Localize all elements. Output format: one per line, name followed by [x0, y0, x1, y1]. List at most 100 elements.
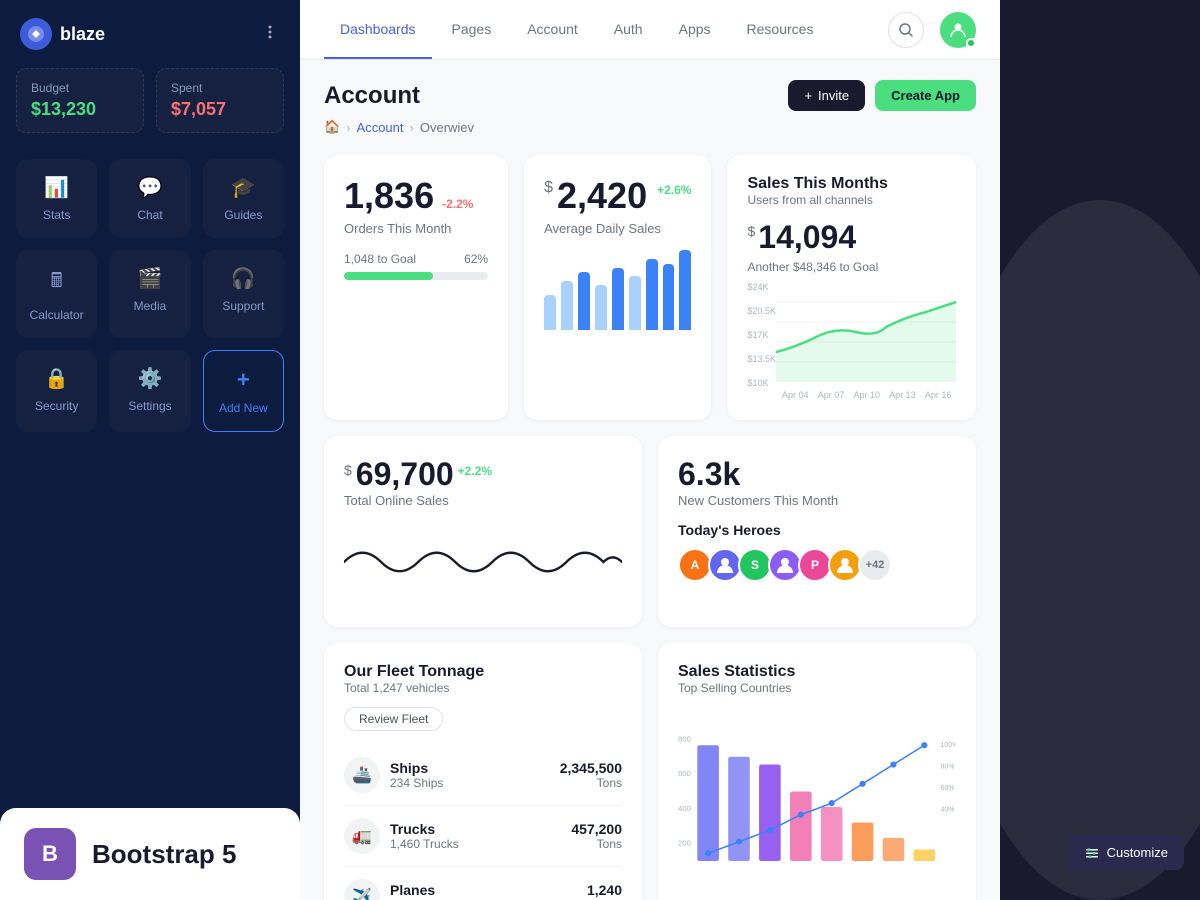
customize-label: Customize	[1107, 845, 1168, 860]
svg-text:200: 200	[678, 839, 691, 848]
ships-count: 234 Ships	[390, 776, 560, 790]
heroes-avatars: A S P	[678, 548, 956, 582]
fleet-row-trucks: 🚛 Trucks 1,460 Trucks 457,200 Tons	[344, 806, 622, 867]
breadcrumb-account[interactable]: Account	[357, 120, 404, 135]
hero-person3-icon	[835, 555, 855, 575]
third-row: Our Fleet Tonnage Total 1,247 vehicles R…	[324, 643, 976, 900]
tab-account[interactable]: Account	[511, 0, 594, 59]
page-actions: + Invite Create App	[788, 80, 976, 111]
tab-auth[interactable]: Auth	[598, 0, 659, 59]
fleet-row-ships: 🚢 Ships 234 Ships 2,345,500 Tons	[344, 745, 622, 806]
tab-apps[interactable]: Apps	[663, 0, 727, 59]
tab-pages[interactable]: Pages	[436, 0, 508, 59]
sidebar-item-calculator[interactable]: 🖩 Calculator	[16, 250, 97, 338]
progress-pct: 62%	[464, 252, 488, 266]
heroes-label: Today's Heroes	[678, 522, 956, 538]
bar-chart	[544, 250, 691, 330]
support-label: Support	[222, 299, 264, 313]
review-fleet-button[interactable]: Review Fleet	[344, 707, 443, 731]
orders-change: -2.2%	[442, 197, 473, 211]
breadcrumb-overwiev: Overwiev	[420, 120, 474, 135]
user-avatar[interactable]	[940, 12, 976, 48]
ships-icon: 🚢	[344, 757, 380, 793]
sidebar-item-chat[interactable]: 💬 Chat	[109, 159, 190, 238]
sidebar-item-support[interactable]: 🎧 Support	[203, 250, 284, 338]
media-label: Media	[134, 299, 167, 313]
svg-text:60%: 60%	[941, 785, 955, 792]
planes-info: Planes 8 Aircrafts	[390, 882, 587, 900]
trucks-icon: 🚛	[344, 818, 380, 854]
online-change: +2.2%	[458, 464, 492, 478]
x-label-5: Apr 16	[925, 390, 952, 400]
security-icon: 🔒	[44, 366, 69, 391]
online-dot	[966, 38, 976, 48]
customers-label: New Customers This Month	[678, 493, 956, 508]
search-icon	[898, 22, 914, 38]
logo-icon	[20, 18, 52, 50]
trucks-count: 1,460 Trucks	[390, 837, 571, 851]
sales-month-title: Sales This Months	[747, 175, 956, 193]
bar-8	[663, 264, 675, 330]
hero-count: +42	[858, 548, 892, 582]
line-chart-area: $24K $20.5K $17K $13.5K $10K	[747, 282, 956, 400]
hero-avatar-a: A	[678, 548, 712, 582]
online-label: Total Online Sales	[344, 493, 622, 508]
fleet-row-planes: ✈️ Planes 8 Aircrafts 1,240 Tons	[344, 867, 622, 900]
x-label-1: Apr 04	[782, 390, 809, 400]
online-sales-card: $ 69,700 +2.2% Total Online Sales	[324, 436, 642, 627]
sidebar-item-security[interactable]: 🔒 Security	[16, 350, 97, 432]
trucks-name: Trucks	[390, 821, 571, 837]
sidebar-item-add-new[interactable]: + Add New	[203, 350, 284, 432]
daily-change: +2.6%	[657, 183, 691, 197]
hero-person2-icon	[775, 555, 795, 575]
search-button[interactable]	[888, 12, 924, 48]
bar-1	[544, 295, 556, 330]
menu-icon[interactable]	[260, 22, 280, 47]
calculator-label: Calculator	[30, 308, 84, 322]
app-name: blaze	[60, 24, 105, 45]
orders-value: 1,836	[344, 175, 434, 217]
budget-card: Budget $13,230	[16, 68, 144, 133]
progress-bar-bg	[344, 272, 488, 280]
sidebar-item-settings[interactable]: ⚙️ Settings	[109, 350, 190, 432]
sales-stat-card: Sales Statistics Top Selling Countries 8…	[658, 643, 976, 900]
svg-text:80%: 80%	[941, 763, 955, 770]
topnav-right	[888, 12, 976, 48]
sidebar-item-stats[interactable]: 📊 Stats	[16, 159, 97, 238]
x-label-3: Apr 10	[853, 390, 880, 400]
y-labels: $24K $20.5K $17K $13.5K $10K	[747, 282, 776, 388]
sidebar-item-media[interactable]: 🎬 Media	[109, 250, 190, 338]
add-new-label: Add New	[219, 401, 268, 415]
sales-month-card: Sales This Months Users from all channel…	[727, 155, 976, 420]
chat-label: Chat	[137, 208, 162, 222]
tab-resources[interactable]: Resources	[731, 0, 830, 59]
hero-person-icon	[715, 555, 735, 575]
chat-icon: 💬	[138, 175, 163, 200]
customize-button[interactable]: Customize	[1069, 835, 1184, 870]
budget-value: $13,230	[31, 99, 129, 120]
sales-goal: Another $48,346 to Goal	[747, 260, 956, 274]
fleet-title: Our Fleet Tonnage	[344, 663, 622, 681]
stats-label: Stats	[43, 208, 70, 222]
sales-stat-title: Sales Statistics	[678, 663, 956, 681]
bar-7	[646, 259, 658, 330]
orders-card: 1,836 -2.2% Orders This Month 1,048 to G…	[324, 155, 508, 420]
guides-label: Guides	[224, 208, 262, 222]
security-label: Security	[35, 399, 78, 413]
hero-avatar-photo3	[828, 548, 862, 582]
breadcrumb: 🏠 › Account › Overwiev	[324, 119, 976, 135]
sidebar-item-guides[interactable]: 🎓 Guides	[203, 159, 284, 238]
page-content: Account + Invite Create App 🏠 › Account …	[300, 60, 1000, 900]
spent-label: Spent	[171, 81, 269, 95]
budget-row: Budget $13,230 Spent $7,057	[0, 68, 300, 149]
svg-text:40%: 40%	[941, 807, 955, 814]
tab-dashboards[interactable]: Dashboards	[324, 0, 432, 59]
invite-button[interactable]: + Invite	[788, 80, 865, 111]
hero-avatar-p: P	[798, 548, 832, 582]
bar-6	[629, 276, 641, 330]
svg-text:600: 600	[678, 769, 691, 778]
sales-dollar: $	[747, 223, 755, 239]
main-content: Dashboards Pages Account Auth Apps Resou…	[300, 0, 1000, 900]
breadcrumb-sep1: ›	[346, 120, 350, 135]
create-app-button[interactable]: Create App	[875, 80, 976, 111]
